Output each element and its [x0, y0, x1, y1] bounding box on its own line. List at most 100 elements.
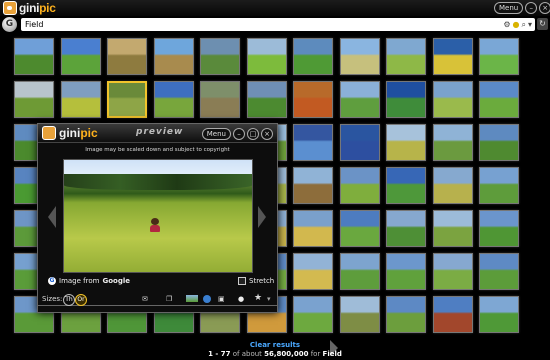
globe-icon[interactable]	[203, 295, 211, 303]
results-of-about: of about	[232, 350, 262, 358]
preview-window-controls: Menu – □ ×	[201, 128, 273, 140]
image-thumbnail[interactable]	[386, 81, 426, 118]
image-thumbnail[interactable]	[107, 81, 147, 118]
image-thumbnail[interactable]	[340, 81, 380, 118]
menu-button[interactable]: Menu	[494, 2, 524, 14]
image-thumbnail[interactable]	[61, 81, 101, 118]
stretch-label: Stretch	[249, 277, 275, 285]
preview-header: ginipic preview Menu – □ ×	[38, 124, 277, 143]
image-thumbnail[interactable]	[479, 296, 519, 333]
clear-results-link[interactable]: Clear results	[0, 341, 550, 350]
image-thumbnail[interactable]	[293, 210, 333, 247]
results-footer: Clear results 1 - 77 of about 56,800,000…	[0, 341, 550, 359]
preview-close-button[interactable]: ×	[261, 128, 273, 140]
tree-line	[64, 174, 252, 190]
image-thumbnail[interactable]	[293, 296, 333, 333]
results-for: for	[310, 350, 321, 358]
google-icon: G	[48, 277, 56, 285]
search-icon[interactable]: ⌕	[522, 19, 526, 30]
image-thumbnail[interactable]	[479, 38, 519, 75]
refresh-icon[interactable]: ↻	[537, 18, 548, 30]
results-summary: 1 - 77 of about 56,800,000 for Field	[0, 350, 550, 359]
size-large-button[interactable]: Or	[75, 294, 87, 306]
copyright-note: Image may be scaled down and subject to …	[85, 147, 230, 153]
settings-icon[interactable]: ⚙	[503, 19, 510, 30]
image-thumbnail[interactable]	[154, 81, 194, 118]
dropdown-icon[interactable]: ▾	[528, 19, 532, 30]
image-thumbnail[interactable]	[340, 38, 380, 75]
image-thumbnail[interactable]	[386, 210, 426, 247]
image-thumbnail[interactable]	[14, 38, 54, 75]
image-thumbnail[interactable]	[479, 167, 519, 204]
image-thumbnail[interactable]	[386, 167, 426, 204]
image-thumbnail[interactable]	[479, 124, 519, 161]
image-thumbnail[interactable]	[293, 38, 333, 75]
image-thumbnail[interactable]	[479, 210, 519, 247]
image-thumbnail[interactable]	[154, 38, 194, 75]
image-thumbnail[interactable]	[433, 296, 473, 333]
image-thumbnail[interactable]	[479, 81, 519, 118]
minimize-button[interactable]: –	[525, 2, 538, 14]
email-icon[interactable]: ✉	[142, 293, 148, 305]
app-logo-text: ginipic	[19, 1, 56, 15]
favorite-star-icon[interactable]: ★	[254, 292, 262, 304]
image-thumbnail[interactable]	[433, 210, 473, 247]
search-bar: G ⚙ ● ⌕ ▾ ↻	[0, 16, 550, 34]
image-thumbnail[interactable]	[200, 81, 240, 118]
image-thumbnail[interactable]	[386, 296, 426, 333]
results-total: 56,800,000	[264, 350, 309, 358]
ginipic-logo-icon	[42, 126, 56, 140]
search-input[interactable]	[21, 18, 485, 31]
close-button[interactable]: ×	[539, 2, 550, 14]
image-thumbnail[interactable]	[61, 38, 101, 75]
image-thumbnail[interactable]	[340, 124, 380, 161]
image-thumbnail[interactable]	[293, 167, 333, 204]
image-thumbnail[interactable]	[247, 81, 287, 118]
size-small-button[interactable]: Th	[63, 294, 75, 306]
image-thumbnail[interactable]	[293, 253, 333, 290]
image-thumbnail[interactable]	[386, 124, 426, 161]
results-range: 1 - 77	[208, 350, 231, 358]
image-thumbnail[interactable]	[340, 296, 380, 333]
preview-minimize-button[interactable]: –	[233, 128, 245, 140]
more-dropdown-icon[interactable]: ▾	[267, 293, 271, 305]
previous-image-arrow-icon[interactable]	[48, 206, 56, 228]
app-logo: ginipic	[3, 1, 56, 15]
preview-title: preview	[136, 127, 184, 137]
results-query: Field	[322, 350, 342, 358]
image-thumbnail[interactable]	[200, 38, 240, 75]
lightbulb-toolbar-icon[interactable]: ●	[238, 293, 244, 305]
image-thumbnail[interactable]	[433, 38, 473, 75]
image-thumbnail[interactable]	[386, 253, 426, 290]
image-thumbnail[interactable]	[293, 124, 333, 161]
wallpaper-icon[interactable]	[186, 295, 198, 302]
image-thumbnail[interactable]	[433, 81, 473, 118]
bottom-toolbar: Sizes: Th Or ✉ ❐ ▣ ● ★ ▾	[37, 293, 278, 306]
title-bar: ginipic Menu – ×	[0, 0, 550, 16]
image-thumbnail[interactable]	[386, 38, 426, 75]
image-thumbnail[interactable]	[340, 167, 380, 204]
preview-menu-button[interactable]: Menu	[201, 128, 231, 140]
image-source-name[interactable]: Google	[102, 277, 130, 285]
save-icon[interactable]: ▣	[218, 293, 225, 305]
search-engine-icon[interactable]: G	[2, 17, 17, 32]
image-thumbnail[interactable]	[433, 253, 473, 290]
image-thumbnail[interactable]	[479, 253, 519, 290]
copy-icon[interactable]: ❐	[166, 293, 172, 305]
image-thumbnail[interactable]	[340, 210, 380, 247]
image-thumbnail[interactable]	[107, 38, 147, 75]
stretch-checkbox[interactable]	[238, 277, 246, 285]
image-thumbnail[interactable]	[247, 38, 287, 75]
image-thumbnail[interactable]	[433, 124, 473, 161]
image-thumbnail[interactable]	[293, 81, 333, 118]
image-thumbnail[interactable]	[433, 167, 473, 204]
lightbulb-icon[interactable]: ●	[513, 19, 520, 30]
image-thumbnail[interactable]	[14, 81, 54, 118]
child-in-field	[150, 218, 160, 232]
next-image-arrow-icon[interactable]	[258, 206, 266, 228]
image-thumbnail[interactable]	[340, 253, 380, 290]
preview-maximize-button[interactable]: □	[247, 128, 259, 140]
preview-image[interactable]	[63, 159, 253, 273]
sizes-label: Sizes:	[42, 295, 63, 303]
stretch-option[interactable]: Stretch	[238, 277, 274, 285]
